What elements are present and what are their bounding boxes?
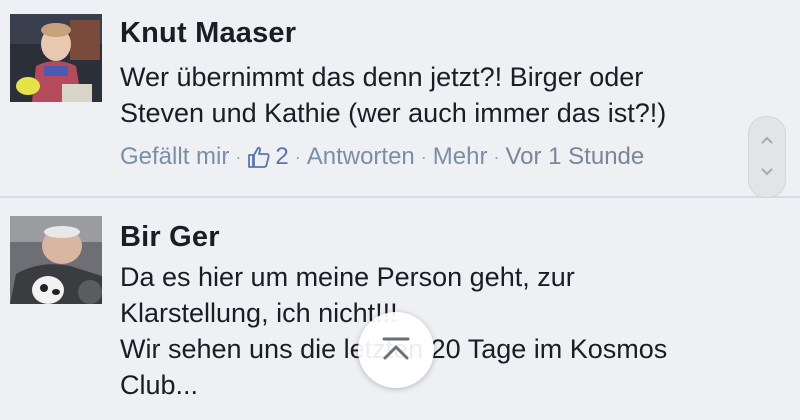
comment-text-line: Wer übernimmt das denn jetzt?! Birger od… — [120, 62, 644, 92]
comment-text-line: Wir sehen uns die letzten 20 Tage im Kos… — [120, 334, 668, 364]
comment-text-line: Club... — [120, 370, 199, 400]
separator: · — [294, 146, 301, 167]
separator: · — [493, 146, 500, 167]
comment-author[interactable]: Bir Ger — [120, 221, 220, 254]
reply-link[interactable]: Antworten — [307, 143, 415, 171]
comment-author[interactable]: Knut Maaser — [120, 17, 296, 50]
avatar[interactable] — [10, 216, 102, 304]
comment-actions: Gefällt mir · 2 · Antworten · Mehr · Vor… — [120, 143, 644, 171]
like-count[interactable]: 2 — [275, 143, 288, 171]
scroll-to-top-button[interactable] — [358, 312, 434, 388]
chevron-down-icon[interactable] — [760, 167, 774, 177]
comment-text: Da es hier um meine Person geht, zur Kla… — [120, 259, 770, 403]
scroll-pill[interactable] — [748, 116, 786, 198]
thumbs-up-icon[interactable] — [247, 146, 271, 168]
separator: · — [235, 146, 242, 167]
chevron-up-icon[interactable] — [760, 135, 774, 145]
comment-knut-maaser: Knut Maaser Wer übernimmt das denn jetzt… — [0, 0, 800, 196]
more-link[interactable]: Mehr — [433, 143, 488, 171]
comment-timestamp: Vor 1 Stunde — [505, 143, 645, 170]
comment-text-line: Steven und Kathie (wer auch immer das is… — [120, 98, 667, 128]
comment-text-line: Klarstellung, ich nicht!!! — [120, 298, 398, 328]
like-link[interactable]: Gefällt mir — [120, 143, 229, 171]
comment-text: Wer übernimmt das denn jetzt?! Birger od… — [120, 59, 770, 131]
separator: · — [420, 146, 427, 167]
comment-text-line: Da es hier um meine Person geht, zur — [120, 262, 575, 292]
avatar[interactable] — [10, 14, 102, 102]
scroll-to-top-icon — [382, 337, 410, 360]
